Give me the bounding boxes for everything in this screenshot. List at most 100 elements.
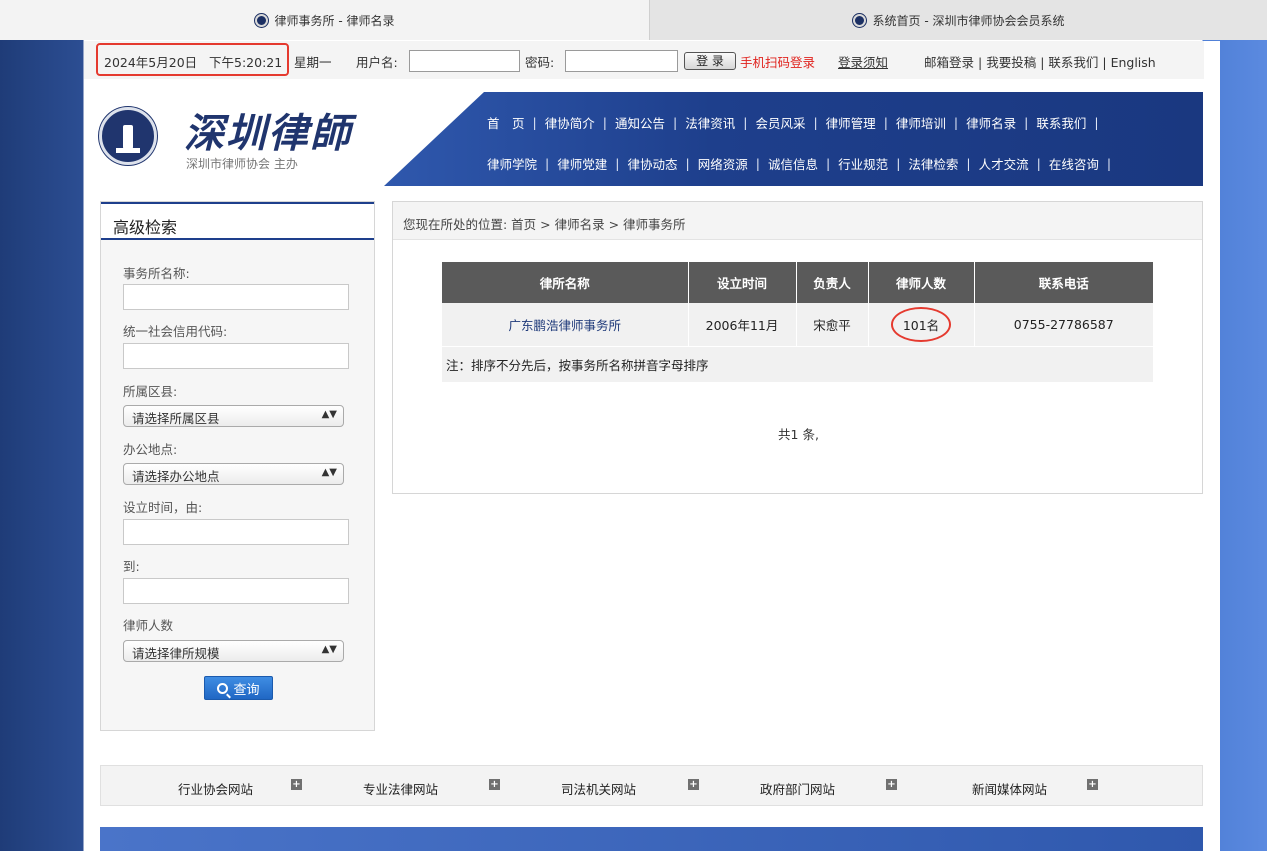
password-label: 密码:: [525, 55, 555, 70]
firm-results-table: 律所名称 设立时间 负责人 律师人数 联系电话 广东鹏浩律师事务所 2006年1…: [442, 262, 1153, 383]
firm-name-input[interactable]: [123, 284, 349, 310]
login-notice-link[interactable]: 登录须知: [838, 52, 888, 71]
page: 2024年5月20日 下午5:20:21 星期一 用户名: 密码: 登 录 手机…: [84, 41, 1220, 851]
established-to-label: 到:: [123, 559, 140, 574]
site-logo-title[interactable]: 深圳律師: [184, 101, 352, 159]
username-input[interactable]: [409, 50, 520, 72]
weekday: 星期一: [294, 55, 332, 70]
footer-link-media[interactable]: 新闻媒体网站: [972, 779, 1047, 798]
nav-integrity[interactable]: 诚信信息: [760, 154, 826, 173]
established-to-input[interactable]: [123, 578, 349, 604]
advanced-search-title: 高级检索: [101, 202, 374, 240]
related-sites-bar: 行业协会网站 + 专业法律网站 + 司法机关网站 + 政府部门网站 + 新闻媒体…: [100, 765, 1203, 806]
firm-name-link[interactable]: 广东鹏浩律师事务所: [442, 303, 689, 347]
results-panel: 您现在所处的位置: 首页 > 律师名录 > 律师事务所 律所名称 设立时间 负责…: [392, 201, 1203, 494]
expand-plus-icon[interactable]: +: [291, 779, 302, 790]
firm-name-label: 事务所名称:: [123, 266, 190, 281]
cell-phone: 0755-27786587: [974, 303, 1153, 347]
table-note-row: 注：排序不分先后，按事务所名称拼音字母排序: [442, 346, 1153, 383]
cell-principal: 宋愈平: [796, 303, 869, 347]
expand-plus-icon[interactable]: +: [688, 779, 699, 790]
lawyer-count-highlight: 101名: [890, 306, 952, 342]
nav-lawyer-management[interactable]: 律师管理: [818, 113, 884, 132]
nav-lawyer-directory[interactable]: 律师名录: [958, 113, 1024, 132]
username-label: 用户名:: [356, 55, 398, 70]
breadcrumb: 您现在所处的位置: 首页 > 律师名录 > 律师事务所: [393, 202, 1202, 240]
district-label: 所属区县:: [123, 384, 178, 399]
nav-talent[interactable]: 人才交流: [971, 154, 1037, 173]
footer-link-government[interactable]: 政府部门网站: [760, 779, 835, 798]
col-established: 设立时间: [688, 262, 797, 303]
nav-academy[interactable]: 律师学院: [479, 154, 545, 173]
expand-plus-icon[interactable]: +: [886, 779, 897, 790]
footer-link-associations[interactable]: 行业协会网站: [178, 779, 253, 798]
contact-us-link[interactable]: 联系我们: [1048, 55, 1098, 70]
table-row: 广东鹏浩律师事务所 2006年11月 宋愈平 101名 0755-2778658…: [442, 303, 1153, 347]
office-select[interactable]: 请选择办公地点 ▲▼: [123, 463, 344, 485]
expand-plus-icon[interactable]: +: [1087, 779, 1098, 790]
footer-link-judicial[interactable]: 司法机关网站: [561, 779, 636, 798]
select-arrows-icon: ▲▼: [321, 467, 337, 478]
result-total: 共1 条,: [778, 427, 819, 442]
col-firm-name: 律所名称: [442, 262, 689, 303]
browser-tab-active[interactable]: 律师事务所 - 律师名录: [0, 0, 650, 40]
credit-code-label: 统一社会信用代码:: [123, 324, 228, 339]
search-button[interactable]: 查询: [204, 676, 273, 700]
lawyers-association-logo-icon[interactable]: [99, 107, 157, 165]
browser-tab-inactive[interactable]: 系统首页 - 深圳市律师协会会员系统: [650, 0, 1267, 40]
mail-login-link[interactable]: 邮箱登录: [924, 55, 974, 70]
nav-association-news[interactable]: 律协动态: [619, 154, 685, 173]
nav-lawyer-training[interactable]: 律师培训: [888, 113, 954, 132]
expand-plus-icon[interactable]: +: [489, 779, 500, 790]
col-phone: 联系电话: [974, 262, 1153, 303]
site-favicon-icon: [254, 13, 268, 27]
separator: |: [978, 55, 987, 70]
table-header-row: 律所名称 设立时间 负责人 律师人数 联系电话: [442, 262, 1153, 303]
login-button[interactable]: 登 录: [684, 52, 736, 70]
submit-article-link[interactable]: 我要投稿: [986, 55, 1036, 70]
nav-member-showcase[interactable]: 会员风采: [747, 113, 813, 132]
password-input[interactable]: [565, 50, 678, 72]
nav-industry-standards[interactable]: 行业规范: [830, 154, 896, 173]
district-select[interactable]: 请选择所属区县 ▲▼: [123, 405, 344, 427]
nav-online-consult[interactable]: 在线咨询: [1041, 154, 1107, 173]
select-arrows-icon: ▲▼: [321, 644, 337, 655]
main-nav-row-1: 首 页 | 律协简介 | 通知公告 | 法律资讯 | 会员风采 | 律师管理 | 律师培训 |…: [479, 111, 1099, 133]
current-time: 下午5:20:21: [209, 55, 283, 70]
col-principal: 负责人: [796, 262, 869, 303]
tab-title: 律师事务所 - 律师名录: [274, 13, 395, 28]
search-icon: [217, 682, 229, 694]
nav-legal-news[interactable]: 法律资讯: [677, 113, 743, 132]
login-bar: 2024年5月20日 下午5:20:21 星期一 用户名: 密码: 登 录 手机…: [84, 41, 1204, 79]
site-favicon-icon: [852, 13, 866, 27]
footer-bar: [100, 827, 1203, 851]
nav-notices[interactable]: 通知公告: [607, 113, 673, 132]
lawyer-count-label: 律师人数: [123, 618, 174, 633]
firm-size-select[interactable]: 请选择律所规模 ▲▼: [123, 640, 344, 662]
footer-link-legal-sites[interactable]: 专业法律网站: [363, 779, 438, 798]
separator: |: [1102, 55, 1111, 70]
nav-home[interactable]: 首 页: [479, 113, 533, 132]
credit-code-input[interactable]: [123, 343, 349, 369]
established-from-label: 设立时间，由:: [123, 500, 203, 515]
qr-login-link[interactable]: 手机扫码登录: [740, 52, 815, 71]
nav-contact[interactable]: 联系我们: [1028, 113, 1094, 132]
main-nav-row-2: 律师学院 | 律师党建 | 律协动态 | 网络资源 | 诚信信息 | 行业规范 | 法律检索…: [479, 152, 1111, 174]
browser-tab-bar: 律师事务所 - 律师名录 系统首页 - 深圳市律师协会会员系统: [0, 0, 1267, 40]
english-link[interactable]: English: [1111, 55, 1156, 70]
current-date: 2024年5月20日: [104, 55, 198, 70]
col-lawyer-count: 律师人数: [868, 262, 975, 303]
established-from-input[interactable]: [123, 519, 349, 545]
sort-note: 注：排序不分先后，按事务所名称拼音字母排序: [442, 346, 1153, 383]
select-arrows-icon: ▲▼: [321, 409, 337, 420]
advanced-search-panel: 高级检索 事务所名称: 统一社会信用代码: 所属区县: 请选择所属区县 ▲▼ 办…: [100, 201, 375, 731]
nav-law-search[interactable]: 法律检索: [900, 154, 966, 173]
cell-lawyer-count: 101名: [868, 303, 975, 347]
nav-party[interactable]: 律师党建: [549, 154, 615, 173]
site-logo-subtitle: 深圳市律师协会 主办: [186, 157, 298, 171]
nav-web-resources[interactable]: 网络资源: [690, 154, 756, 173]
nav-about[interactable]: 律协简介: [537, 113, 603, 132]
tab-title: 系统首页 - 深圳市律师协会会员系统: [872, 13, 1065, 28]
cell-established: 2006年11月: [688, 303, 797, 347]
office-label: 办公地点:: [123, 442, 178, 457]
